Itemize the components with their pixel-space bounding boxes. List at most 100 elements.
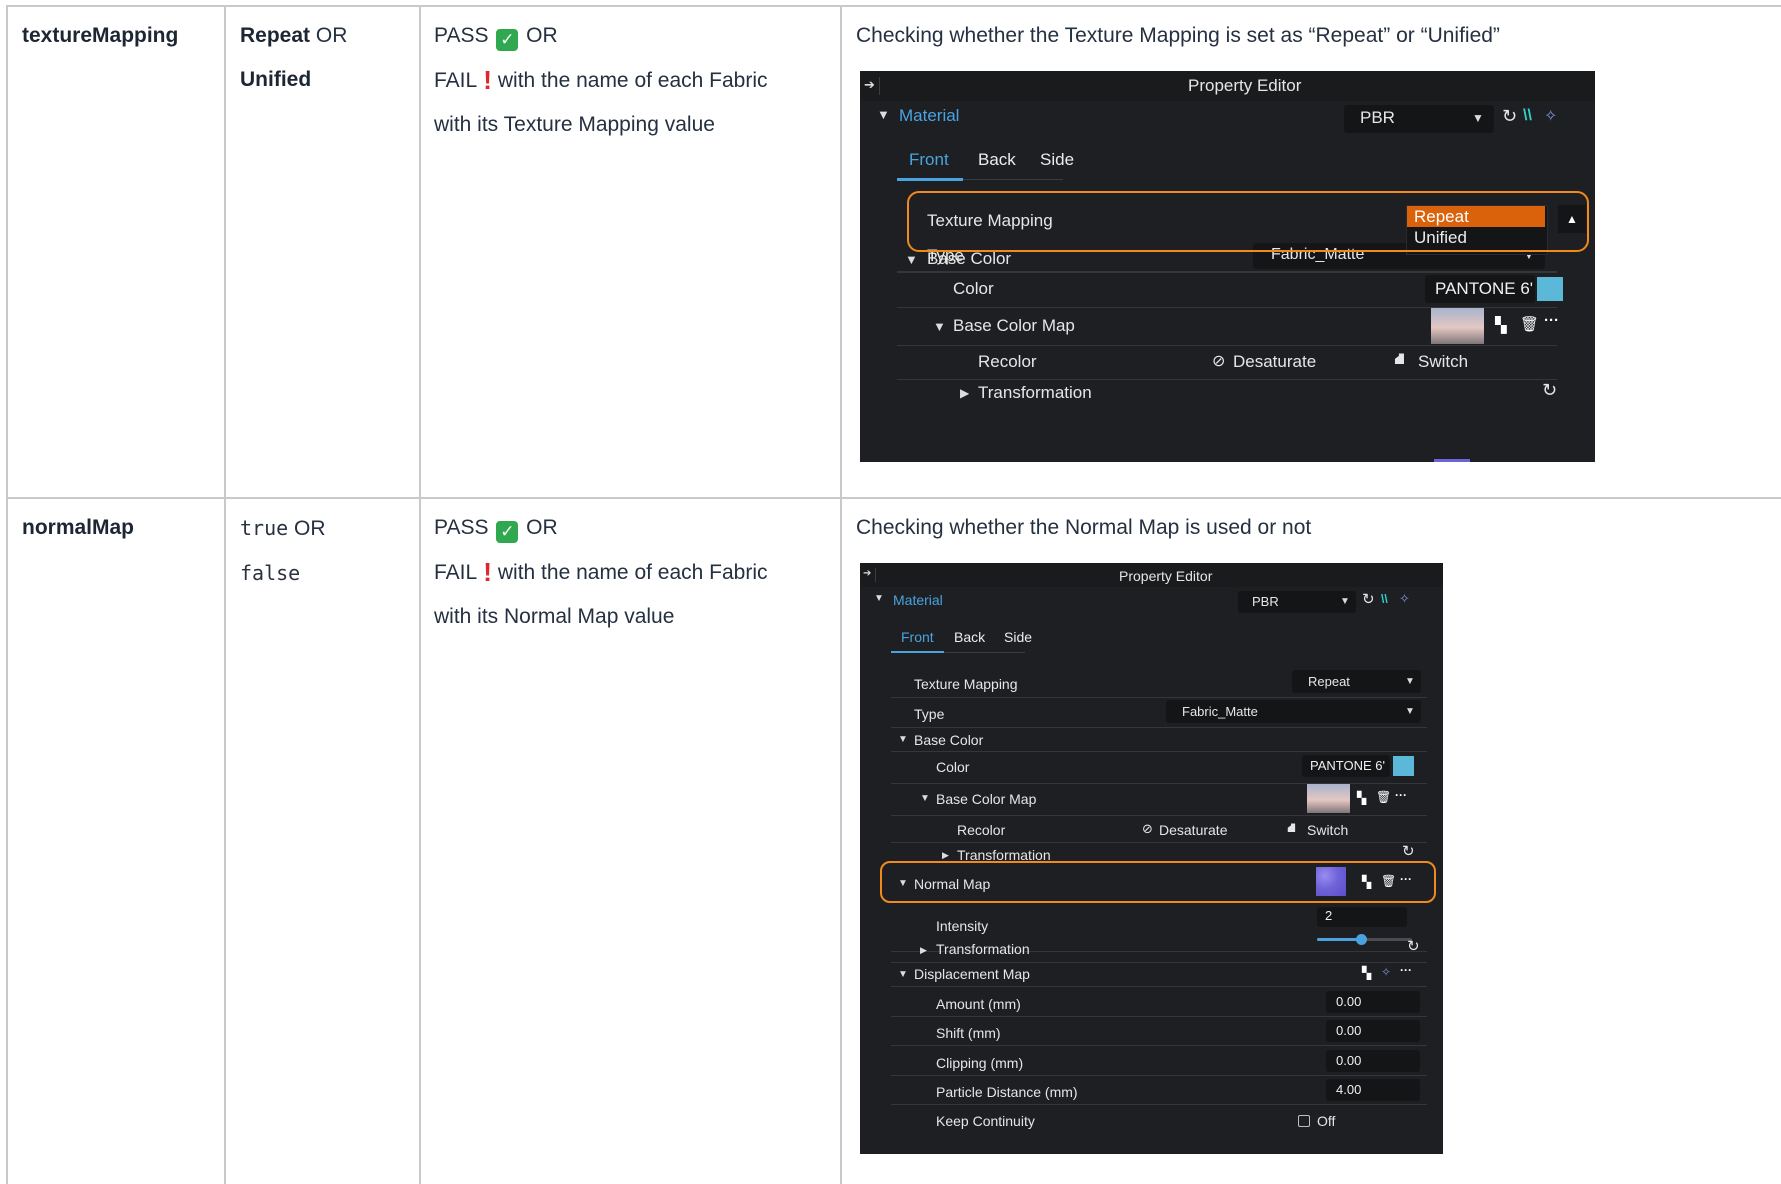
color-swatch[interactable] <box>1393 756 1414 776</box>
particle-distance-value: 4.00 <box>1336 1082 1362 1097</box>
row-separator <box>897 271 1557 272</box>
base-color-map-thumbnail[interactable] <box>1431 308 1484 344</box>
keep-continuity-checkbox[interactable] <box>1298 1115 1310 1127</box>
texture-mapping-label: Texture Mapping <box>914 676 1018 692</box>
active-tab-indicator <box>897 178 963 181</box>
fail-line: FAIL! with the name of each Fabric <box>434 550 768 595</box>
tab-front[interactable]: Front <box>901 629 934 645</box>
intensity-input[interactable]: 2 <box>1317 907 1407 927</box>
collapse-triangle-icon[interactable]: ▼ <box>933 319 946 334</box>
check-mark-icon: ✓ <box>496 29 519 51</box>
row-separator <box>891 962 1427 963</box>
tab-back[interactable]: Back <box>978 150 1016 170</box>
desaturate-button[interactable]: Desaturate <box>1159 822 1227 838</box>
row-separator <box>897 345 1557 346</box>
clipping-input[interactable]: 0.00 <box>1326 1050 1420 1072</box>
color-value-field[interactable]: PANTONE 6' <box>1425 275 1535 303</box>
grid-icon[interactable]: ▚ <box>1362 966 1371 980</box>
type-label: Type <box>914 706 945 722</box>
tab-side[interactable]: Side <box>1004 629 1032 645</box>
material-type-dropdown[interactable]: PBR ▼ <box>1238 591 1356 613</box>
expand-arrow-icon[interactable]: ➔ <box>864 77 880 95</box>
collapse-triangle-icon[interactable]: ▼ <box>905 252 918 267</box>
switch-button[interactable]: Switch <box>1307 822 1348 838</box>
switch-button[interactable]: Switch <box>1418 352 1468 372</box>
reset-icon[interactable]: ↻ <box>1407 937 1420 955</box>
check-mark-icon: ✓ <box>496 521 519 543</box>
magic-wand-icon[interactable]: ✧ <box>1399 591 1410 607</box>
normal-map-highlight <box>880 861 1436 903</box>
normal-map-thumbnail-peek <box>1434 459 1470 462</box>
transformation-label-2: Transformation <box>936 941 1030 957</box>
row-1-values: Repeat OR Unified <box>240 14 347 102</box>
refresh-icon[interactable]: ↻ <box>1502 106 1517 127</box>
color-value: PANTONE 6' <box>1435 279 1534 298</box>
reset-icon[interactable]: ↻ <box>1402 842 1415 860</box>
type-value: Fabric_Matte <box>1182 704 1258 719</box>
paint-bucket-icon[interactable]: ⛘ <box>1394 350 1405 370</box>
shift-input[interactable]: 0.00 <box>1326 1020 1420 1042</box>
pass-line: PASS ✓ OR <box>434 24 558 51</box>
vray-logo-icon[interactable]: \\ <box>1381 592 1388 606</box>
texture-mapping-dropdown[interactable]: Repeat ▼ <box>1292 670 1421 693</box>
intensity-slider-thumb[interactable] <box>1356 934 1367 945</box>
collapse-triangle-icon[interactable]: ▼ <box>874 593 884 604</box>
table-left-border <box>6 5 8 1184</box>
row-separator <box>891 815 1427 816</box>
column-divider-2 <box>419 5 421 1184</box>
intensity-slider-fill <box>1317 938 1361 941</box>
more-icon[interactable]: ··· <box>1544 312 1559 329</box>
particle-distance-input[interactable]: 4.00 <box>1326 1079 1420 1101</box>
grid-icon[interactable]: ▚ <box>1495 316 1507 334</box>
panel-title: Property Editor <box>1188 76 1302 95</box>
row-separator <box>891 697 1427 698</box>
paint-bucket-icon[interactable]: ⛘ <box>1287 820 1296 838</box>
particle-distance-label: Particle Distance (mm) <box>936 1084 1078 1100</box>
keep-continuity-label: Keep Continuity <box>936 1113 1035 1129</box>
expand-arrow-icon[interactable]: ➔ <box>863 568 876 582</box>
material-type-dropdown[interactable]: PBR ▼ <box>1344 105 1494 133</box>
desaturate-button[interactable]: Desaturate <box>1233 352 1316 372</box>
tab-back[interactable]: Back <box>954 629 985 645</box>
amount-input[interactable]: 0.00 <box>1326 991 1420 1013</box>
recolor-label: Recolor <box>978 352 1037 371</box>
expand-triangle-icon[interactable]: ▶ <box>960 386 969 400</box>
collapse-triangle-icon[interactable]: ▼ <box>898 734 908 745</box>
trash-icon[interactable]: 🗑︎ <box>1520 315 1539 333</box>
collapse-triangle-icon[interactable]: ▼ <box>898 969 908 980</box>
vray-logo-icon[interactable]: \\ <box>1523 107 1532 125</box>
type-dropdown[interactable]: Fabric_Matte ▼ <box>1166 700 1421 723</box>
magic-wand-icon[interactable]: ✧ <box>1544 106 1557 126</box>
generate-map-icon[interactable]: ✧ <box>1381 965 1391 979</box>
more-icon[interactable]: ··· <box>1400 963 1412 977</box>
fail-line: FAIL! with the name of each Fabric <box>434 58 768 103</box>
material-type-value: PBR <box>1252 594 1279 609</box>
amount-label: Amount (mm) <box>936 996 1021 1012</box>
trash-icon[interactable]: 🗑︎ <box>1376 790 1391 804</box>
row-separator <box>891 1104 1427 1105</box>
base-color-label: Base Color <box>927 249 1012 268</box>
desaturate-icon[interactable]: ⊘ <box>1212 351 1225 371</box>
base-color-map-thumbnail[interactable] <box>1307 784 1350 813</box>
desaturate-icon[interactable]: ⊘ <box>1142 821 1153 837</box>
value-line-2: Unified <box>240 68 312 91</box>
refresh-icon[interactable]: ↻ <box>1362 590 1375 608</box>
expand-triangle-icon[interactable]: ▶ <box>942 850 949 861</box>
row-separator <box>891 751 1427 752</box>
row-2-description: Checking whether the Normal Map is used … <box>856 516 1312 539</box>
intensity-value: 2 <box>1325 908 1333 923</box>
row-separator <box>897 379 1557 380</box>
expand-triangle-icon[interactable]: ▶ <box>920 945 927 956</box>
table-top-border <box>7 5 1781 7</box>
material-section-title: Material <box>899 106 960 125</box>
grid-icon[interactable]: ▚ <box>1357 791 1366 805</box>
reset-icon[interactable]: ↻ <box>1542 380 1557 401</box>
collapse-triangle-icon[interactable]: ▼ <box>877 107 890 122</box>
row-separator <box>891 727 1427 728</box>
color-value-field[interactable]: PANTONE 6' <box>1302 755 1390 777</box>
collapse-triangle-icon[interactable]: ▼ <box>920 793 930 804</box>
more-icon[interactable]: ··· <box>1395 788 1407 802</box>
tab-front[interactable]: Front <box>909 150 949 170</box>
color-swatch[interactable] <box>1537 277 1563 301</box>
tab-side[interactable]: Side <box>1040 150 1074 170</box>
